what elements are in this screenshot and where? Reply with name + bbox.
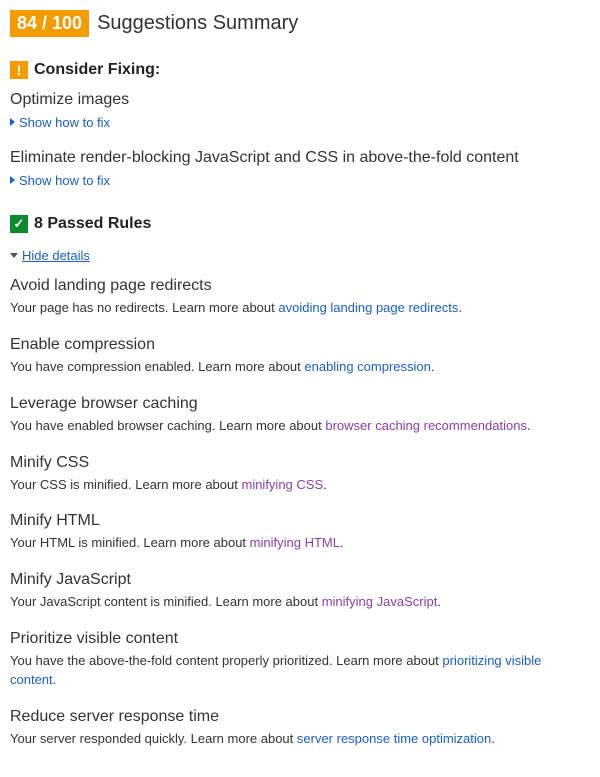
passed-rule: Reduce server response time Your server r… bbox=[10, 708, 590, 749]
learn-more-link[interactable]: server response time optimization bbox=[297, 731, 491, 746]
passed-rule: Minify JavaScript Your JavaScript content… bbox=[10, 571, 590, 612]
passed-rule-desc-text: You have enabled browser caching. Learn … bbox=[10, 418, 325, 433]
show-fix-row: Show how to fix bbox=[10, 113, 590, 131]
chevron-right-icon bbox=[10, 118, 15, 126]
passed-rule-desc: You have enabled browser caching. Learn … bbox=[10, 417, 590, 436]
show-how-to-fix-link[interactable]: Show how to fix bbox=[10, 115, 110, 130]
period: . bbox=[527, 418, 531, 433]
passed-rules-title: 8 Passed Rules bbox=[34, 215, 151, 233]
fix-rule: Optimize images Show how to fix bbox=[10, 91, 590, 131]
page-header: 84 / 100 Suggestions Summary bbox=[10, 10, 590, 37]
passed-rule: Leverage browser caching You have enabled… bbox=[10, 395, 590, 436]
show-how-to-fix-label: Show how to fix bbox=[19, 173, 110, 188]
page-title: Suggestions Summary bbox=[97, 12, 298, 35]
passed-rule-desc: You have the above-the-fold content prop… bbox=[10, 652, 590, 690]
learn-more-link[interactable]: enabling compression bbox=[304, 359, 430, 374]
hide-details-row: Hide details bbox=[10, 245, 590, 263]
period: . bbox=[491, 731, 495, 746]
period: . bbox=[53, 672, 57, 687]
fix-rule-title: Eliminate render-blocking JavaScript and… bbox=[10, 149, 590, 167]
passed-rule-desc: Your server responded quickly. Learn mor… bbox=[10, 730, 590, 749]
learn-more-link[interactable]: browser caching recommendations bbox=[325, 418, 527, 433]
passed-rule-desc: Your HTML is minified. Learn more about … bbox=[10, 534, 590, 553]
consider-fixing-list: Optimize images Show how to fix Eliminate … bbox=[10, 91, 590, 189]
chevron-right-icon bbox=[10, 176, 15, 184]
passed-rule-desc-text: Your JavaScript content is minified. Lea… bbox=[10, 594, 322, 609]
show-how-to-fix-label: Show how to fix bbox=[19, 115, 110, 130]
passed-rule: Enable compression You have compression e… bbox=[10, 336, 590, 377]
passed-rule-title: Reduce server response time bbox=[10, 708, 590, 726]
check-icon: ✓ bbox=[10, 215, 28, 233]
passed-rule-title: Prioritize visible content bbox=[10, 630, 590, 648]
fix-rule-title: Optimize images bbox=[10, 91, 590, 109]
passed-rule-desc: Your CSS is minified. Learn more about m… bbox=[10, 476, 590, 495]
consider-fixing-header: ! Consider Fixing: bbox=[10, 61, 590, 79]
show-how-to-fix-link[interactable]: Show how to fix bbox=[10, 173, 110, 188]
passed-rule-desc-text: Your server responded quickly. Learn mor… bbox=[10, 731, 297, 746]
learn-more-link[interactable]: minifying HTML bbox=[250, 535, 340, 550]
chevron-down-icon bbox=[10, 253, 18, 258]
passed-rule-desc-text: Your page has no redirects. Learn more a… bbox=[10, 300, 278, 315]
period: . bbox=[323, 477, 327, 492]
passed-rule-desc-text: Your HTML is minified. Learn more about bbox=[10, 535, 250, 550]
passed-rules-header: ✓ 8 Passed Rules bbox=[10, 215, 590, 233]
learn-more-link[interactable]: minifying CSS bbox=[241, 477, 323, 492]
learn-more-link[interactable]: avoiding landing page redirects bbox=[278, 300, 458, 315]
score-badge: 84 / 100 bbox=[10, 10, 89, 37]
passed-rule-title: Leverage browser caching bbox=[10, 395, 590, 413]
show-fix-row: Show how to fix bbox=[10, 171, 590, 189]
passed-rule-desc: Your JavaScript content is minified. Lea… bbox=[10, 593, 590, 612]
fix-rule: Eliminate render-blocking JavaScript and… bbox=[10, 149, 590, 189]
passed-rule-title: Minify JavaScript bbox=[10, 571, 590, 589]
period: . bbox=[340, 535, 344, 550]
passed-rule-title: Enable compression bbox=[10, 336, 590, 354]
passed-rule-title: Minify HTML bbox=[10, 512, 590, 530]
passed-rule-desc: Your page has no redirects. Learn more a… bbox=[10, 299, 590, 318]
passed-rule: Prioritize visible content You have the a… bbox=[10, 630, 590, 690]
consider-fixing-title: Consider Fixing: bbox=[34, 61, 160, 79]
passed-rule: Minify HTML Your HTML is minified. Learn … bbox=[10, 512, 590, 553]
passed-rules-list: Avoid landing page redirects Your page ha… bbox=[10, 277, 590, 749]
passed-rule-desc: You have compression enabled. Learn more… bbox=[10, 358, 590, 377]
passed-rule-desc-text: You have the above-the-fold content prop… bbox=[10, 653, 442, 668]
passed-rule-desc-text: You have compression enabled. Learn more… bbox=[10, 359, 304, 374]
passed-rule-desc-text: Your CSS is minified. Learn more about bbox=[10, 477, 241, 492]
passed-rule: Avoid landing page redirects Your page ha… bbox=[10, 277, 590, 318]
hide-details-label: Hide details bbox=[22, 248, 90, 263]
period: . bbox=[431, 359, 435, 374]
passed-rule-title: Minify CSS bbox=[10, 454, 590, 472]
period: . bbox=[437, 594, 441, 609]
passed-rule: Minify CSS Your CSS is minified. Learn mo… bbox=[10, 454, 590, 495]
period: . bbox=[458, 300, 462, 315]
learn-more-link[interactable]: minifying JavaScript bbox=[322, 594, 438, 609]
warning-icon: ! bbox=[10, 61, 28, 79]
hide-details-link[interactable]: Hide details bbox=[10, 248, 90, 263]
passed-rule-title: Avoid landing page redirects bbox=[10, 277, 590, 295]
